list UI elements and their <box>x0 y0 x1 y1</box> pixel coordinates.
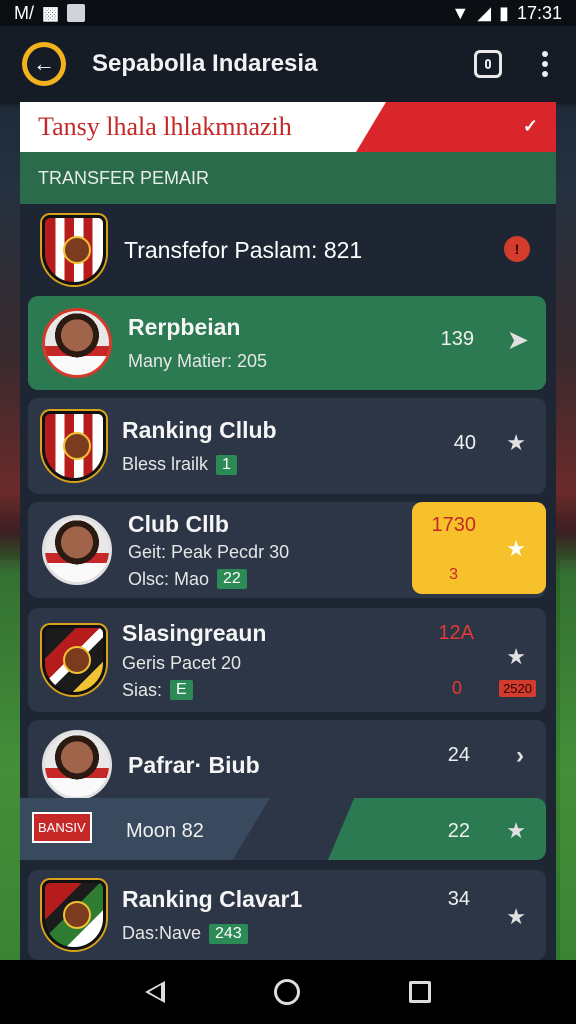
app-bar: ← Sepabolla Indaresia <box>0 26 576 102</box>
battery-icon: ▮ <box>499 2 509 23</box>
nav-back-icon[interactable] <box>144 981 165 1003</box>
item-chip: 22 <box>217 569 247 589</box>
item-name: Ranking Cllub <box>122 417 277 443</box>
item-chip: 243 <box>209 923 248 944</box>
list-item[interactable]: Ranking Clavar1 Das:Nave 243 34 ★ <box>28 870 546 960</box>
item-number: 139 <box>440 328 474 350</box>
arrow-left-icon: ← <box>27 47 61 81</box>
alert-badge-icon[interactable]: ! <box>504 236 530 262</box>
section-header: TRANSFER PEMAIR <box>20 152 556 204</box>
banner[interactable]: Tansy lhala lhlakmnazih ✓ <box>20 102 556 152</box>
item-tag: 2520 <box>499 680 536 697</box>
chevron-down-icon[interactable]: ✓ <box>523 116 538 137</box>
item-name: Slasingreaun <box>122 619 267 646</box>
star-icon[interactable]: ★ <box>506 904 526 930</box>
item-number: 34 <box>447 888 470 910</box>
chevron-right-icon[interactable]: › <box>516 742 524 770</box>
item-sub: Das:Nave <box>122 923 202 943</box>
sub-row-number: 22 <box>447 820 470 842</box>
status-left-text: M/ <box>14 2 34 23</box>
notification-icon: ▩ <box>42 2 60 23</box>
item-number: 24 <box>447 744 470 766</box>
star-icon[interactable]: ★ <box>506 536 526 562</box>
list-item[interactable]: Rerpbeian Many Matier: 205 139 ➤ <box>28 296 546 390</box>
item-sub2: Olsc: Mao <box>128 568 210 589</box>
item-chip: 1 <box>216 454 237 475</box>
club-crest <box>42 411 106 481</box>
item-number-2: 3 <box>449 566 458 583</box>
item-number-2: 0 <box>451 678 462 698</box>
player-avatar <box>42 730 112 800</box>
item-sub: Many Matier: 205 <box>128 351 268 371</box>
transfer-panel: Tansy lhala lhlakmnazih ✓ TRANSFER PEMAI… <box>20 102 556 960</box>
nav-home-icon[interactable] <box>273 979 300 1005</box>
system-nav-bar <box>0 960 576 1024</box>
club-crest <box>42 880 106 950</box>
club-crest <box>42 625 106 695</box>
nav-recents-icon[interactable] <box>409 981 432 1003</box>
signal-icon: ◢ <box>477 2 492 23</box>
item-name: Ranking Clavar1 <box>122 886 303 912</box>
tabs-icon[interactable] <box>474 50 502 78</box>
back-button[interactable]: ← <box>22 42 66 86</box>
club-badge: BANSIV <box>32 812 92 843</box>
list-item[interactable]: Slasingreaun Geris Pacet 20 Sias: E 12A … <box>28 608 546 712</box>
wifi-icon: ▼ <box>451 2 470 23</box>
player-avatar <box>42 308 112 378</box>
banner-text: Tansy lhala lhlakmnazih <box>38 112 292 141</box>
transfer-header: Transfefor Paslam: 821 ! <box>20 204 556 296</box>
more-options-icon[interactable] <box>542 51 548 77</box>
arrow-right-icon[interactable]: ➤ <box>508 326 528 355</box>
club-crest <box>42 215 106 285</box>
star-icon[interactable]: ★ <box>506 644 526 670</box>
clock: 17:31 <box>516 2 562 23</box>
sub-row-label: Moon 82 <box>126 820 204 842</box>
item-sub2: Sias: <box>122 679 163 700</box>
app-title: Sepabolla Indaresia <box>92 50 318 77</box>
star-icon[interactable]: ★ <box>506 818 526 844</box>
item-name: Rerpbeian <box>128 314 241 340</box>
list-item[interactable]: Club Cllb Geit: Peak Pecdr 30 Olsc: Mao … <box>28 502 546 598</box>
item-number: 40 <box>453 432 476 454</box>
list-item[interactable]: Pafrar· Biub 24 › BANSIV Moon 82 22 ★ <box>20 720 546 860</box>
item-number: 12A <box>438 622 474 644</box>
status-bar: M/ ▩ ▼ ◢ ▮ 17:31 <box>0 0 576 26</box>
item-name: Pafrar· Biub <box>128 752 260 778</box>
player-avatar <box>42 515 112 585</box>
item-chip: E <box>170 680 193 700</box>
star-icon[interactable]: ★ <box>506 430 526 456</box>
list-item[interactable]: Ranking Cllub Bless lrailk 1 40 ★ <box>28 398 546 494</box>
item-sub: Bless lrailk <box>122 454 209 474</box>
item-number: 1730 <box>431 514 477 536</box>
item-sub: Geris Pacet 20 <box>122 652 242 673</box>
notification-square-icon <box>67 4 86 22</box>
transfer-title: Transfefor Paslam: 821 <box>124 236 363 263</box>
